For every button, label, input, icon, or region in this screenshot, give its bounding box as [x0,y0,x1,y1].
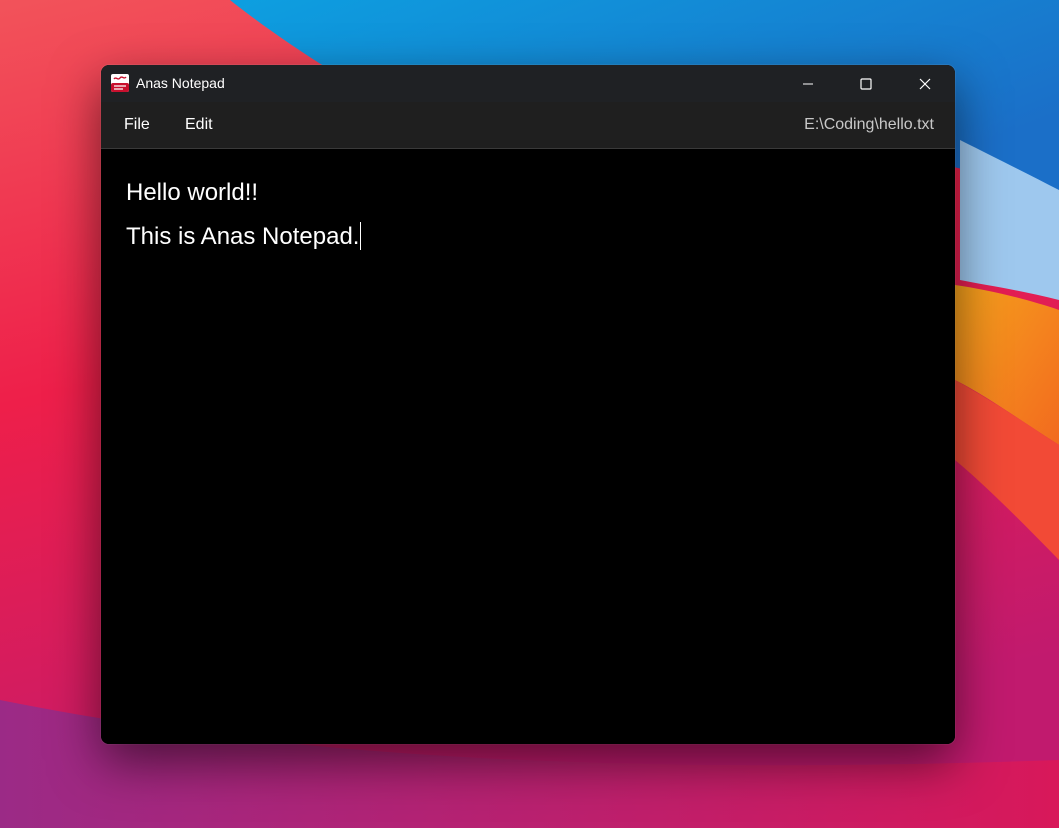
maximize-button[interactable] [837,65,895,102]
menu-bar: File Edit E:\Coding\hello.txt [101,102,955,149]
menu-edit[interactable]: Edit [185,102,213,148]
editor-line: This is Anas Notepad. [126,222,362,251]
text-caret [360,222,362,250]
menu-file[interactable]: File [124,102,150,148]
window-title: Anas Notepad [136,75,225,91]
minimize-icon [803,83,813,84]
notepad-app-icon [111,74,129,92]
editor-line: Hello world!! [126,179,258,207]
close-button[interactable] [896,65,954,102]
title-bar[interactable]: Anas Notepad [101,65,955,102]
file-path: E:\Coding\hello.txt [804,116,934,133]
editor-line-text: This is Anas Notepad. [126,223,360,250]
maximize-icon [860,77,872,90]
editor-line-text: Hello world!! [126,179,259,206]
minimize-button[interactable] [779,65,837,102]
close-icon [919,78,931,89]
notepad-window: Anas Notepad File Edit E:\Coding\hello.t… [101,65,955,744]
text-editor[interactable]: Hello world!! This is Anas Notepad. [101,149,955,744]
